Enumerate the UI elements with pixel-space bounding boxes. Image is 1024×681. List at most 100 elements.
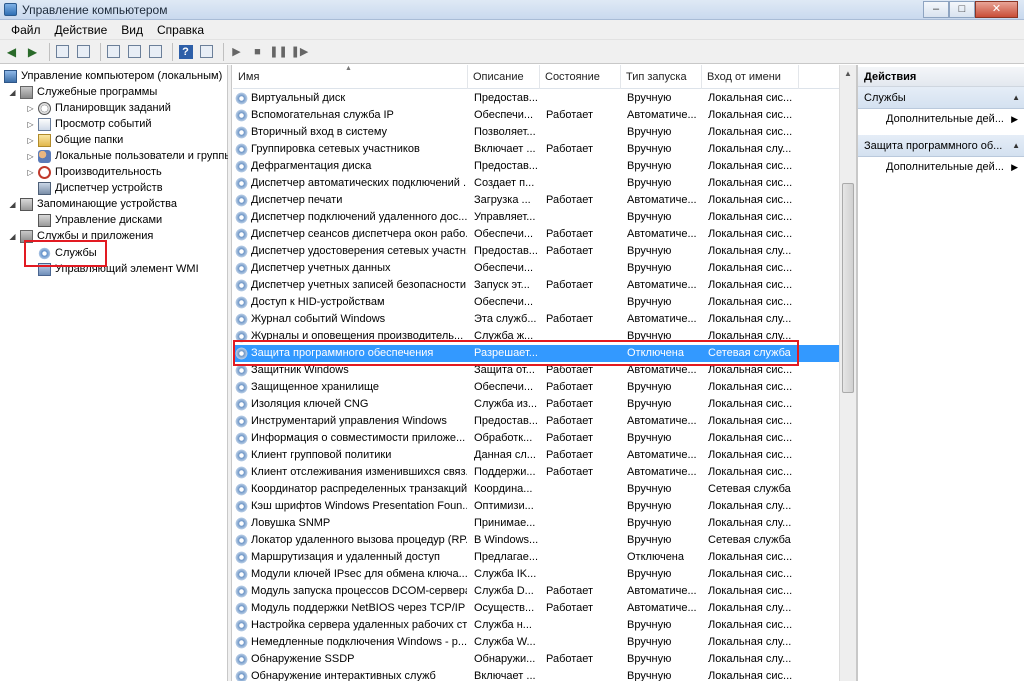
cell-name: Вторичный вход в систему — [251, 126, 388, 138]
table-header: Имя ▲ Описание Состояние Тип запуска Вхо… — [233, 65, 839, 89]
cell-status: Работает — [546, 381, 594, 393]
table-row[interactable]: Виртуальный диск Предостав... Вручную Локал… — [233, 90, 839, 107]
table-row[interactable]: Диспетчер подключений удаленного дос... У… — [233, 209, 839, 226]
tree-node-performance[interactable]: ▷ Производительность — [26, 164, 162, 180]
clock-icon — [38, 101, 51, 115]
column-header-log-on-as[interactable]: Вход от имени — [702, 65, 799, 89]
column-header-startup-type[interactable]: Тип запуска — [621, 65, 702, 89]
table-row[interactable]: Информация о совместимости приложе... Обр… — [233, 430, 839, 447]
collapse-up-icon[interactable]: ▲ — [1012, 135, 1020, 157]
table-row[interactable]: Диспетчер автоматических подключений ...… — [233, 175, 839, 192]
close-button[interactable]: ✕ — [975, 1, 1018, 18]
collapse-arrow-icon[interactable]: ◢ — [8, 200, 17, 209]
up-level-button[interactable] — [54, 43, 71, 60]
maximize-button[interactable]: □ — [949, 1, 975, 18]
tree-node-event-viewer[interactable]: ▷ Просмотр событий — [26, 116, 152, 132]
pane-splitter-left[interactable] — [228, 65, 232, 681]
table-row[interactable]: Доступ к HID-устройствам Обеспечи... Вручн… — [233, 294, 839, 311]
table-row[interactable]: Диспетчер учетных записей безопасности За… — [233, 277, 839, 294]
table-row[interactable]: Обнаружение интерактивных служб Включает … — [233, 668, 839, 681]
tree-node-computer-management[interactable]: Управление компьютером (локальным) — [4, 68, 222, 84]
minimize-button[interactable]: – — [923, 1, 949, 18]
export-list-button[interactable] — [147, 43, 164, 60]
cell-name: Диспетчер учетных данных — [251, 262, 391, 274]
collapse-arrow-icon[interactable]: ◢ — [8, 232, 17, 241]
properties-button[interactable] — [105, 43, 122, 60]
expand-arrow-icon[interactable]: ▷ — [26, 168, 35, 177]
table-row[interactable]: Защищенное хранилище Обеспечи... Работает В… — [233, 379, 839, 396]
expand-arrow-icon[interactable]: ▷ — [26, 120, 35, 129]
column-header-status[interactable]: Состояние — [540, 65, 621, 89]
actions-section-selected-service[interactable]: Защита программного об... ▲ — [858, 135, 1024, 157]
expand-arrow-icon[interactable]: ▷ — [26, 152, 35, 161]
expand-arrow-icon[interactable]: ▷ — [26, 136, 35, 145]
tree-node-task-scheduler[interactable]: ▷ Планировщик заданий — [26, 100, 171, 116]
restart-service-button[interactable]: ❚▶ — [291, 43, 309, 60]
window-title: Управление компьютером — [22, 3, 168, 17]
table-row[interactable]: Диспетчер печати Загрузка ... Работает Авто… — [233, 192, 839, 209]
start-service-button[interactable]: ▶ — [228, 43, 245, 60]
cell-description: Поддержи... — [474, 466, 536, 478]
tree-node-system-tools[interactable]: ◢ Служебные программы — [8, 84, 157, 100]
table-row[interactable]: Модуль поддержки NetBIOS через TCP/IP Осу… — [233, 600, 839, 617]
table-row[interactable]: Настройка сервера удаленных рабочих ст..… — [233, 617, 839, 634]
table-row[interactable]: Координатор распределенных транзакций Коо… — [233, 481, 839, 498]
tree-node-local-users[interactable]: ▷ Локальные пользователи и группы — [26, 148, 232, 164]
cell-description: Служба IK... — [474, 568, 537, 580]
table-row[interactable]: Дефрагментация диска Предостав... Вручную Л… — [233, 158, 839, 175]
table-row[interactable]: Журнал событий Windows Эта служб... Работа… — [233, 311, 839, 328]
table-row[interactable]: Ловушка SNMP Принимае... Вручную Локальная … — [233, 515, 839, 532]
tree-node-disk-management[interactable]: Управление дисками — [38, 212, 162, 228]
menu-file[interactable]: Файл — [4, 23, 48, 37]
back-button[interactable]: ◀ — [3, 43, 20, 60]
refresh-button[interactable] — [126, 43, 143, 60]
table-row[interactable]: Кэш шрифтов Windows Presentation Foun...… — [233, 498, 839, 515]
more-actions-services[interactable]: Дополнительные дей... ▶ — [858, 109, 1024, 129]
show-hide-tree-button[interactable] — [75, 43, 92, 60]
help-button[interactable]: ? — [177, 43, 194, 60]
column-header-description[interactable]: Описание — [468, 65, 540, 89]
scroll-up-icon[interactable]: ▲ — [844, 69, 852, 78]
cell-startup-type: Автоматиче... — [627, 279, 697, 291]
table-row[interactable]: Группировка сетевых участников Включает .… — [233, 141, 839, 158]
table-row[interactable]: Вторичный вход в систему Позволяет... Вруч… — [233, 124, 839, 141]
table-row[interactable]: Вспомогательная служба IP Обеспечи... Рабо… — [233, 107, 839, 124]
tree-node-device-manager[interactable]: Диспетчер устройств — [38, 180, 163, 196]
table-row[interactable]: Изоляция ключей CNG Служба из... Работает В… — [233, 396, 839, 413]
table-row[interactable]: Диспетчер удостоверения сетевых участн..… — [233, 243, 839, 260]
actions-section-services[interactable]: Службы ▲ — [858, 87, 1024, 109]
menu-view[interactable]: Вид — [114, 23, 150, 37]
vertical-scrollbar[interactable]: ▲ — [839, 65, 856, 681]
scrollbar-thumb[interactable] — [842, 183, 854, 393]
table-row[interactable]: Клиент отслеживания изменившихся связ...… — [233, 464, 839, 481]
collapse-up-icon[interactable]: ▲ — [1012, 87, 1020, 109]
cell-log-on-as: Локальная сис... — [708, 296, 793, 308]
submenu-arrow-icon: ▶ — [1011, 162, 1018, 172]
table-row[interactable]: Модули ключей IPsec для обмена ключа... С… — [233, 566, 839, 583]
collapse-arrow-icon[interactable]: ◢ — [8, 88, 17, 97]
show-action-pane-button[interactable] — [198, 43, 215, 60]
table-row[interactable]: Обнаружение SSDP Обнаружи... Работает Вручн… — [233, 651, 839, 668]
table-row[interactable]: Маршрутизация и удаленный доступ Предлага… — [233, 549, 839, 566]
stop-service-button[interactable]: ■ — [249, 43, 266, 60]
tree-node-shared-folders[interactable]: ▷ Общие папки — [26, 132, 123, 148]
cell-log-on-as: Локальная сис... — [708, 177, 793, 189]
forward-button[interactable]: ▶ — [24, 43, 41, 60]
table-row[interactable]: Локатор удаленного вызова процедур (RP..… — [233, 532, 839, 549]
table-row[interactable]: Клиент групповой политики Данная сл... Раб… — [233, 447, 839, 464]
computer-management-icon — [4, 3, 17, 16]
tree-label: Планировщик заданий — [55, 102, 171, 114]
table-row[interactable]: Модуль запуска процессов DCOM-сервера Слу… — [233, 583, 839, 600]
pause-service-button[interactable]: ❚❚ — [269, 43, 287, 60]
expand-arrow-icon[interactable]: ▷ — [26, 104, 35, 113]
menu-help[interactable]: Справка — [150, 23, 211, 37]
cell-log-on-as: Локальная сис... — [708, 160, 793, 172]
table-row[interactable]: Инструментарий управления Windows Предост… — [233, 413, 839, 430]
table-row[interactable]: Диспетчер сеансов диспетчера окон рабо..… — [233, 226, 839, 243]
more-actions-selected-service[interactable]: Дополнительные дей... ▶ — [858, 157, 1024, 177]
table-row[interactable]: Немедленные подключения Windows - р... Сл… — [233, 634, 839, 651]
menu-action[interactable]: Действие — [48, 23, 115, 37]
tree-node-storage[interactable]: ◢ Запоминающие устройства — [8, 196, 177, 212]
service-gear-icon — [235, 653, 248, 666]
table-row[interactable]: Диспетчер учетных данных Обеспечи... Вручн… — [233, 260, 839, 277]
